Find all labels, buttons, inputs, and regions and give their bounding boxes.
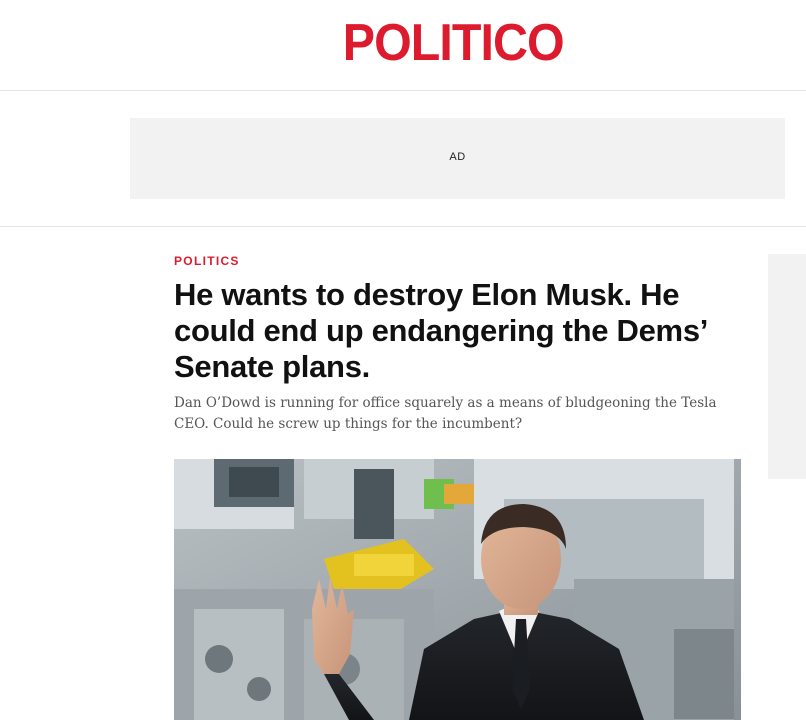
right-rail-ad <box>768 254 806 479</box>
ad-label: AD <box>449 151 466 163</box>
lead-photo-illustration <box>174 459 741 720</box>
article-dek: Dan O’Dowd is running for office squarel… <box>174 395 717 432</box>
politico-logo[interactable]: POLITICO <box>28 13 778 73</box>
article-header: POLITICS He wants to destroy Elon Musk. … <box>174 252 754 435</box>
article-headline: He wants to destroy Elon Musk. He could … <box>174 277 707 384</box>
ad-slot[interactable]: AD <box>130 118 785 199</box>
masthead: POLITICO <box>0 0 806 91</box>
lead-image[interactable] <box>174 459 741 720</box>
section-kicker-link[interactable]: POLITICS <box>174 252 754 270</box>
ad-section: AD <box>0 91 806 227</box>
